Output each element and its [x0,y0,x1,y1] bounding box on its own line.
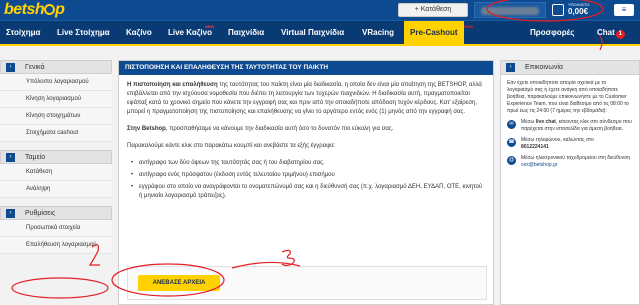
list-item: αντίγραφο ενός πρόσφατου (έκδοση εντός τ… [131,171,485,180]
logo-text: betsh [4,1,45,18]
blurred-username [481,7,539,15]
betshop-bold: Στην Betshop [127,126,166,132]
wallet-icon [552,4,564,16]
chat-prefix: Μέσω [521,119,536,125]
betshop-text: , προσπαθήσαμε να κάνουμε την διαδικασία… [165,126,394,132]
documents-list: αντίγραφο των δύο όψεων της ταυτότητάς σ… [131,159,485,201]
section-title: Ρυθμίσεις [25,210,56,217]
balance-display[interactable]: ΥΠΟΛΟΙΠΟ 0,00€ [568,2,608,16]
nav-vracing[interactable]: VRacing [362,21,394,45]
contact-title: Επικοινωνία [525,64,563,71]
sidebar-item-withdrawal[interactable]: Ανάληψη [0,181,112,198]
main-nav: Στοίχημα Live Στοίχημα Καζίνο Live Καζίν… [0,20,640,46]
intro-paragraph: Η πιστοποίηση και επαλήθευση της ταυτότη… [127,81,485,117]
verification-panel: ΠΙΣΤΟΠΟΙΗΣΗ ΚΑΙ ΕΠΑΛΗΘΕΥΣΗ ΤΗΣ ΤΑΥΤΟΤΗΤΑ… [118,60,494,305]
sidebar-item-personal-details[interactable]: Προσωπικά στοιχεία [0,220,112,237]
sidebar-item-account-verification[interactable]: Επαλήθευση λογαριασμού [0,237,112,254]
sidebar-section-general[interactable]: › Γενικά [0,60,112,74]
list-item: εγγράφου στο οποίο να αναγράφονται το ον… [131,183,485,201]
panel-title: ΠΙΣΤΟΠΟΙΗΣΗ ΚΑΙ ΕΠΑΛΗΘΕΥΣΗ ΤΗΣ ΤΑΥΤΟΤΗΤΑ… [119,61,493,75]
nav-games[interactable]: Παιχνίδια [228,21,264,45]
nav-virtual-games[interactable]: Virtual Παιχνίδια [281,21,344,45]
phone-prefix: Μέσω τηλεφώνου, καλώντας στο [521,137,594,143]
chevron-right-icon: › [6,153,15,162]
email-prefix: Μέσω ηλεκτρονικού ταχυδρομείου στη διεύθ… [521,155,630,161]
chevron-right-icon: › [6,63,15,72]
sidebar-item-balance[interactable]: Υπόλοιπο λογαριασμού [0,74,112,91]
section-title: Ταμείο [25,154,46,161]
list-item: αντίγραφο των δύο όψεων της ταυτότητάς σ… [131,159,485,168]
upload-area: ΑΝΕΒΑΣΕ ΑΡΧΕΙΑ [127,266,487,300]
contact-intro: Εάν έχετε οποιαδήποτε απορία σχετικά με … [507,80,629,114]
panel-body: Η πιστοποίηση και επαλήθευση της ταυτότη… [119,75,493,210]
chevron-right-icon: › [506,63,515,72]
contact-body: Εάν έχετε οποιαδήποτε απορία σχετικά με … [501,75,639,174]
sidebar-section-settings[interactable]: › Ρυθμίσεις [0,206,112,220]
deposit-button[interactable]: + Κατάθεση [398,3,468,17]
nav-promotions[interactable]: Προσφορές [530,21,574,45]
section-title: Γενικά [25,64,45,71]
nav-live-sports[interactable]: Live Στοίχημα [57,21,110,45]
live-chat-link[interactable]: live chat [536,119,556,125]
phone-number[interactable]: 8012224141 [521,144,549,150]
contact-panel: › Επικοινωνία Εάν έχετε οποιαδήποτε απορ… [500,60,640,305]
balance-amount: 0,00€ [568,7,589,16]
new-badge-precash: NEW [464,24,474,29]
nav-pre-cashout[interactable]: Pre-Cashout [404,21,464,45]
user-menu-icon[interactable]: ≡ [614,4,634,16]
chevron-right-icon: › [6,209,15,218]
upload-files-button[interactable]: ΑΝΕΒΑΣΕ ΑΡΧΕΙΑ [138,275,220,291]
annotation-ellipse-verification [11,277,109,299]
sidebar-item-account-activity[interactable]: Κίνηση λογαριασμού [0,91,112,108]
betshop-paragraph: Στην Betshop, προσπαθήσαμε να κάνουμε τη… [127,125,485,134]
new-badge: NEW [205,24,215,29]
nav-casino[interactable]: Καζίνο [126,21,152,45]
email-icon: @ [507,156,516,165]
sidebar-item-cashout-bets[interactable]: Στοιχήματα cashout [0,125,112,142]
top-header: betsh p + Κατάθεση ΥΠΟΛΟΙΠΟ 0,00€ ≡ [0,0,640,20]
contact-chat: ✉ Μέσω live chat, κάνοντας κλικ στο σύνδ… [507,119,633,133]
phone-icon: ☎ [507,138,516,147]
chat-icon: ✉ [507,120,516,129]
sidebar-item-bet-activity[interactable]: Κίνηση στοιχημάτων [0,108,112,125]
nav-sports[interactable]: Στοίχημα [6,21,40,45]
nav-chat[interactable]: Chat 1 [597,21,625,45]
email-link[interactable]: cex@betshop.gr [521,162,557,168]
logo-text-tail: p [55,1,65,18]
sidebar-item-deposit[interactable]: Κατάθεση [0,164,112,181]
intro-bold: Η πιστοποίηση και επαλήθευση [127,82,218,88]
chat-count-badge: 1 [615,30,625,39]
chat-label: Chat [597,28,615,37]
username-field[interactable] [474,2,546,18]
contact-header[interactable]: › Επικοινωνία [501,61,639,75]
account-sidebar: › Γενικά Υπόλοιπο λογαριασμού Κίνηση λογ… [0,60,112,254]
logo-ring-icon [44,4,56,16]
sidebar-section-cashier[interactable]: › Ταμείο [0,150,112,164]
contact-email: @ Μέσω ηλεκτρονικού ταχυδρομείου στη διε… [507,155,633,169]
instructions-paragraph: Παρακαλούμε κάντε κλικ στο παρακάτω κουμ… [127,143,336,149]
betshop-logo[interactable]: betsh p [4,1,65,19]
contact-phone: ☎ Μέσω τηλεφώνου, καλώντας στο 801222414… [507,137,633,151]
